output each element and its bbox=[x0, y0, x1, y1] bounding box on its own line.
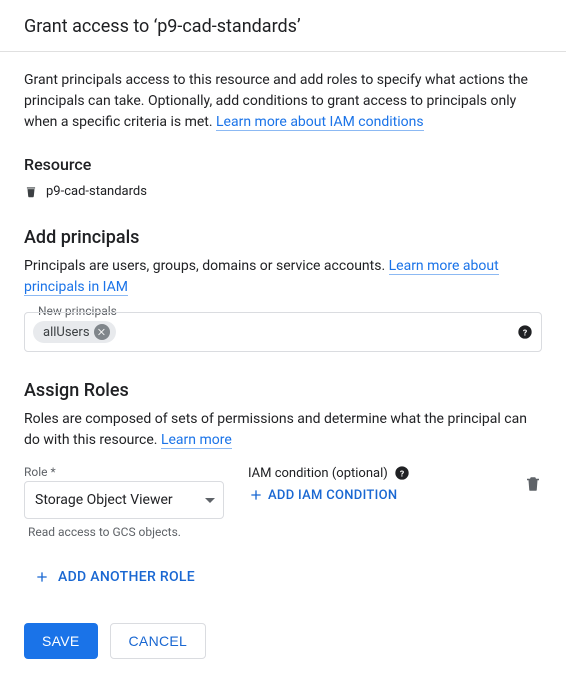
principals-description: Principals are users, groups, domains or… bbox=[24, 256, 542, 298]
role-select-value: Storage Object Viewer bbox=[35, 492, 173, 508]
role-description: Read access to GCS objects. bbox=[24, 525, 224, 539]
help-icon[interactable]: ? bbox=[394, 465, 410, 481]
svg-text:?: ? bbox=[400, 469, 404, 479]
dialog-actions: SAVE CANCEL bbox=[24, 623, 542, 659]
remove-chip-icon[interactable] bbox=[94, 324, 110, 340]
iam-condition-label-line: IAM condition (optional) ? bbox=[248, 465, 500, 481]
assign-roles-heading: Assign Roles bbox=[24, 380, 542, 401]
add-another-role-button[interactable]: ADD ANOTHER ROLE bbox=[24, 569, 195, 585]
learn-more-roles-link[interactable]: Learn more bbox=[161, 432, 232, 449]
role-field-label: Role * bbox=[24, 465, 224, 479]
dialog-content: Grant principals access to this resource… bbox=[0, 52, 566, 683]
cancel-button[interactable]: CANCEL bbox=[110, 623, 207, 659]
principal-chip: allUsers bbox=[33, 321, 116, 343]
bucket-icon bbox=[24, 185, 38, 199]
help-icon[interactable]: ? bbox=[517, 324, 533, 340]
resource-name: p9-cad-standards bbox=[46, 184, 147, 199]
chevron-down-icon bbox=[205, 498, 215, 503]
save-button[interactable]: SAVE bbox=[24, 623, 98, 659]
dialog-title: Grant access to ‘p9-cad-standards’ bbox=[24, 16, 542, 37]
dialog-header: Grant access to ‘p9-cad-standards’ bbox=[0, 0, 566, 52]
principal-chip-label: allUsers bbox=[43, 325, 90, 340]
svg-text:?: ? bbox=[523, 328, 527, 338]
add-another-role-label: ADD ANOTHER ROLE bbox=[58, 569, 195, 585]
new-principals-field: New principals allUsers ? bbox=[24, 312, 542, 352]
add-iam-condition-label: ADD IAM CONDITION bbox=[268, 488, 397, 503]
role-select-block: Role * Storage Object Viewer Read access… bbox=[24, 465, 224, 539]
principals-desc-text: Principals are users, groups, domains or… bbox=[24, 258, 389, 274]
roles-description: Roles are composed of sets of permission… bbox=[24, 409, 542, 451]
roles-desc-text: Roles are composed of sets of permission… bbox=[24, 411, 527, 448]
iam-condition-column: IAM condition (optional) ? ADD IAM CONDI… bbox=[248, 465, 500, 507]
add-principals-heading: Add principals bbox=[24, 227, 542, 248]
iam-condition-label: IAM condition (optional) bbox=[248, 466, 388, 481]
resource-heading: Resource bbox=[24, 155, 542, 174]
add-iam-condition-button[interactable]: ADD IAM CONDITION bbox=[248, 487, 397, 503]
intro-text: Grant principals access to this resource… bbox=[24, 70, 542, 133]
resource-row: p9-cad-standards bbox=[24, 184, 542, 199]
learn-more-iam-conditions-link[interactable]: Learn more about IAM conditions bbox=[216, 114, 424, 131]
new-principals-input[interactable]: allUsers ? bbox=[24, 312, 542, 352]
role-select[interactable]: Storage Object Viewer bbox=[24, 481, 224, 519]
role-row: Role * Storage Object Viewer Read access… bbox=[24, 465, 542, 539]
delete-role-button[interactable] bbox=[524, 465, 542, 497]
